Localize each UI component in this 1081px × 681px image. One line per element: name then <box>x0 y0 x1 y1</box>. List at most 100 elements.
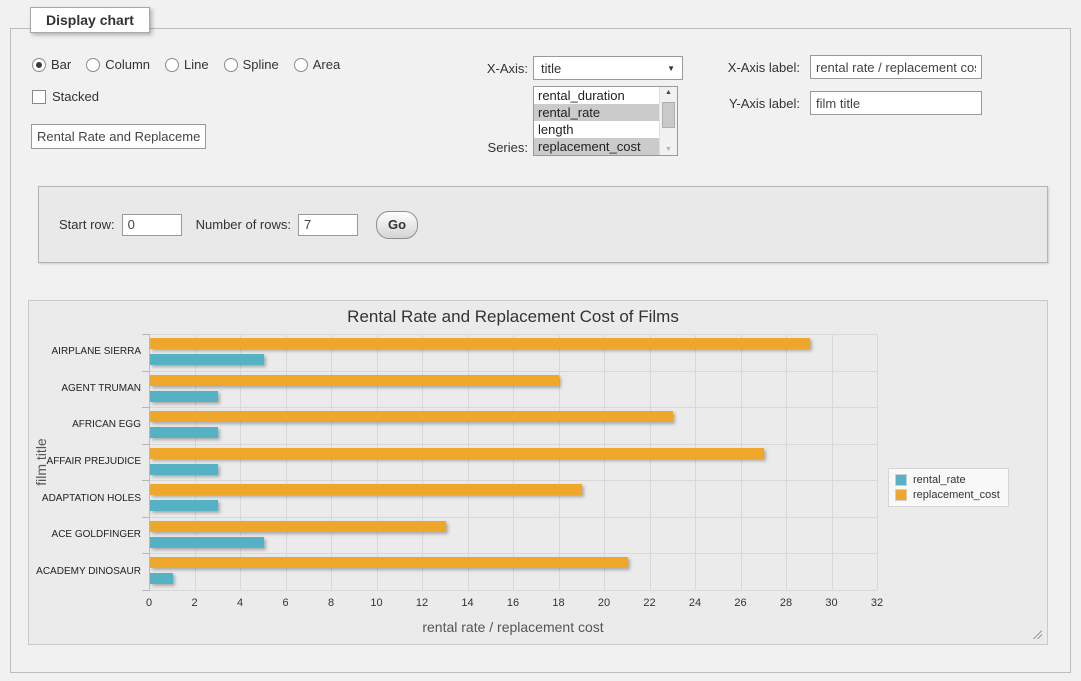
axis-tick-mark <box>142 517 149 518</box>
gridline <box>149 553 877 554</box>
bar-replacement_cost-affair-prejudice[interactable] <box>150 448 764 459</box>
gridline <box>695 334 696 590</box>
gridline <box>331 334 332 590</box>
series-options: rental_durationrental_ratelengthreplacem… <box>534 87 677 155</box>
panel-title: Display chart <box>30 7 150 33</box>
series-option-replacement_cost[interactable]: replacement_cost <box>534 138 663 155</box>
category-label: AGENT TRUMAN <box>61 383 141 394</box>
x-tick-label: 0 <box>129 597 169 609</box>
series-option-rental_rate[interactable]: rental_rate <box>534 104 663 121</box>
chart-title: Rental Rate and Replacement Cost of Film… <box>149 307 877 327</box>
bar-chart: Rental Rate and Replacement Cost of Film… <box>29 301 1047 644</box>
radio-label: Line <box>184 57 209 72</box>
radio-icon[interactable] <box>224 58 238 72</box>
gridline <box>149 444 877 445</box>
stacked-label: Stacked <box>52 89 99 104</box>
gridline <box>877 334 878 590</box>
gridline <box>786 334 787 590</box>
scroll-down-icon[interactable]: ▼ <box>660 146 677 153</box>
stacked-checkbox-row[interactable]: Stacked <box>32 89 99 104</box>
axis-tick-mark <box>142 371 149 372</box>
radio-label: Spline <box>243 57 279 72</box>
bar-rental_rate-adaptation-holes[interactable] <box>150 500 218 511</box>
category-label: ACE GOLDFINGER <box>52 529 141 540</box>
bar-replacement_cost-agent-truman[interactable] <box>150 375 559 386</box>
radio-icon[interactable] <box>294 58 308 72</box>
scroll-up-icon[interactable]: ▲ <box>660 89 677 96</box>
x-tick-label: 26 <box>721 597 761 609</box>
x-axis-title: rental rate / replacement cost <box>149 619 877 635</box>
radio-option-spline[interactable]: Spline <box>224 57 279 72</box>
x-tick-label: 10 <box>357 597 397 609</box>
gridline <box>604 334 605 590</box>
gridline <box>149 407 877 408</box>
chart-type-radio-group: Bar Column Line Spline Area <box>32 57 340 72</box>
chart-title-input[interactable] <box>31 124 206 149</box>
x-axis-label-input[interactable] <box>810 55 982 79</box>
radio-icon[interactable] <box>86 58 100 72</box>
legend-swatch-icon <box>895 489 907 501</box>
axis-tick-mark <box>142 590 149 591</box>
x-tick-label: 24 <box>675 597 715 609</box>
radio-option-line[interactable]: Line <box>165 57 209 72</box>
bar-rental_rate-african-egg[interactable] <box>150 427 218 438</box>
gridline <box>513 334 514 590</box>
radio-option-bar[interactable]: Bar <box>32 57 71 72</box>
x-tick-label: 6 <box>266 597 306 609</box>
x-tick-label: 14 <box>448 597 488 609</box>
chart-legend: rental_rate replacement_cost <box>888 468 1009 507</box>
series-listbox[interactable]: rental_durationrental_ratelengthreplacem… <box>533 86 678 156</box>
bar-rental_rate-ace-goldfinger[interactable] <box>150 537 264 548</box>
y-axis-label-caption: Y-Axis label: <box>660 96 800 111</box>
x-axis-label-caption: X-Axis label: <box>660 60 800 75</box>
legend-item-rental_rate[interactable]: rental_rate <box>895 474 1000 486</box>
category-label: ACADEMY DINOSAUR <box>36 566 141 577</box>
x-tick-label: 16 <box>493 597 533 609</box>
bar-rental_rate-affair-prejudice[interactable] <box>150 464 218 475</box>
radio-label: Bar <box>51 57 71 72</box>
x-tick-label: 30 <box>812 597 852 609</box>
bar-rental_rate-academy-dinosaur[interactable] <box>150 573 173 584</box>
gridline <box>422 334 423 590</box>
bar-replacement_cost-ace-goldfinger[interactable] <box>150 521 446 532</box>
go-button[interactable]: Go <box>376 211 418 239</box>
axis-tick-mark <box>142 480 149 481</box>
bar-rental_rate-airplane-sierra[interactable] <box>150 354 264 365</box>
x-tick-label: 12 <box>402 597 442 609</box>
bar-replacement_cost-african-egg[interactable] <box>150 411 673 422</box>
start-row-input[interactable] <box>122 214 182 236</box>
legend-item-replacement_cost[interactable]: replacement_cost <box>895 489 1000 501</box>
gridline <box>195 334 196 590</box>
radio-icon[interactable] <box>32 58 46 72</box>
rows-panel: Start row: Number of rows: Go <box>38 186 1048 263</box>
app-page: { "panel": { "title": "Display chart" },… <box>0 0 1081 681</box>
x-tick-label: 20 <box>584 597 624 609</box>
radio-icon[interactable] <box>165 58 179 72</box>
gridline <box>149 480 877 481</box>
bar-replacement_cost-academy-dinosaur[interactable] <box>150 557 628 568</box>
bar-rental_rate-agent-truman[interactable] <box>150 391 218 402</box>
gridline <box>286 334 287 590</box>
x-tick-label: 2 <box>175 597 215 609</box>
series-option-rental_duration[interactable]: rental_duration <box>534 87 663 104</box>
start-row-label: Start row: <box>59 217 115 232</box>
radio-option-column[interactable]: Column <box>86 57 150 72</box>
x-tick-label: 8 <box>311 597 351 609</box>
axis-tick-mark <box>142 444 149 445</box>
gridline <box>149 517 877 518</box>
stacked-checkbox[interactable] <box>32 90 46 104</box>
radio-label: Area <box>313 57 340 72</box>
axis-tick-mark <box>142 334 149 335</box>
radio-option-area[interactable]: Area <box>294 57 340 72</box>
category-axis-line <box>149 334 150 591</box>
gridline <box>377 334 378 590</box>
bar-replacement_cost-airplane-sierra[interactable] <box>150 338 810 349</box>
y-axis-label-input[interactable] <box>810 91 982 115</box>
number-of-rows-label: Number of rows: <box>196 217 291 232</box>
series-option-length[interactable]: length <box>534 121 663 138</box>
bar-replacement_cost-adaptation-holes[interactable] <box>150 484 582 495</box>
x-tick-label: 18 <box>539 597 579 609</box>
legend-label: replacement_cost <box>913 489 1000 501</box>
number-of-rows-input[interactable] <box>298 214 358 236</box>
category-label: AFRICAN EGG <box>72 419 141 430</box>
